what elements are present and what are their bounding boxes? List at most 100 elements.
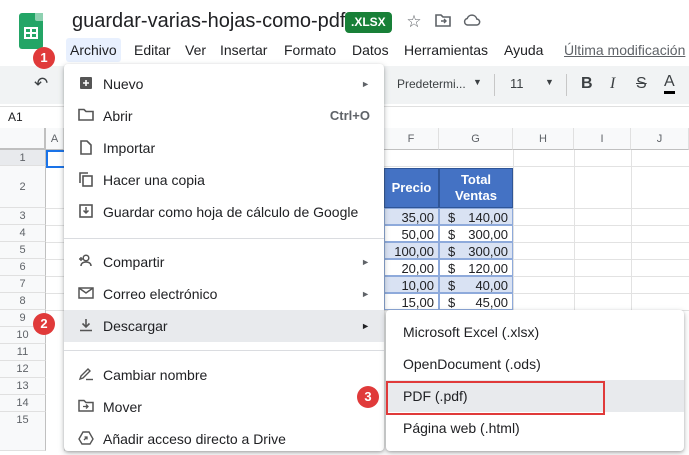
menu-item-label: Importar: [103, 140, 156, 156]
column-header-h[interactable]: H: [513, 128, 574, 150]
total-value: 140,00: [468, 210, 508, 225]
menu-item-label: Abrir: [103, 108, 133, 124]
table-cell-precio[interactable]: 20,00: [384, 259, 439, 276]
row-header[interactable]: 7: [0, 276, 46, 293]
column-header-a[interactable]: A: [46, 128, 64, 150]
move-folder-icon[interactable]: [433, 12, 453, 32]
submenu-arrow-icon: ►: [361, 289, 370, 299]
select-all-corner[interactable]: [0, 128, 46, 150]
menu-datos[interactable]: Datos: [348, 38, 393, 62]
menu-herramientas[interactable]: Herramientas: [400, 38, 492, 62]
menu-item-descargar[interactable]: Descargar ►: [64, 310, 384, 342]
row-header[interactable]: 12: [0, 361, 46, 378]
menu-item-importar[interactable]: Importar: [64, 132, 384, 164]
currency-symbol: $: [448, 261, 456, 276]
file-format-badge: .XLSX: [345, 12, 392, 33]
text-color-button[interactable]: A: [664, 73, 675, 94]
submenu-arrow-icon: ►: [361, 321, 370, 331]
font-family-select[interactable]: Predetermi...: [397, 77, 466, 91]
row-header[interactable]: 1: [0, 150, 46, 166]
menu-item-guardar-google[interactable]: Guardar como hoja de cálculo de Google: [64, 196, 384, 228]
font-size-select[interactable]: 11: [510, 76, 524, 91]
submenu-item-xlsx[interactable]: Microsoft Excel (.xlsx): [386, 316, 684, 348]
column-header-f[interactable]: F: [384, 128, 439, 150]
last-edit-link[interactable]: Última modificación: [560, 38, 689, 62]
row-header[interactable]: 4: [0, 225, 46, 242]
download-icon: [78, 318, 94, 334]
menu-item-hacer-copia[interactable]: Hacer una copia: [64, 164, 384, 196]
submenu-arrow-icon: ►: [361, 79, 370, 89]
menu-insertar[interactable]: Insertar: [216, 38, 271, 62]
menu-item-label: Hacer una copia: [103, 172, 205, 188]
row-header[interactable]: 2: [0, 166, 46, 208]
row-header[interactable]: 14: [0, 395, 46, 412]
table-cell-precio[interactable]: 100,00: [384, 242, 439, 259]
table-cell-precio[interactable]: 15,00: [384, 293, 439, 310]
row-header[interactable]: 8: [0, 293, 46, 310]
cloud-status-icon[interactable]: [462, 12, 482, 32]
menu-formato[interactable]: Formato: [280, 38, 340, 62]
drive-shortcut-icon: [78, 431, 94, 447]
row-header[interactable]: 3: [0, 208, 46, 225]
mail-icon: [78, 286, 94, 302]
total-value: 45,00: [475, 295, 508, 310]
currency-symbol: $: [448, 295, 456, 310]
table-cell-total[interactable]: $140,00: [439, 208, 513, 225]
table-cell-total[interactable]: $45,00: [439, 293, 513, 310]
chevron-down-icon[interactable]: ▼: [473, 77, 482, 87]
menu-item-correo[interactable]: Correo electrónico ►: [64, 278, 384, 310]
menu-item-abrir[interactable]: Abrir Ctrl+O: [64, 100, 384, 132]
column-header-j[interactable]: J: [631, 128, 689, 150]
menu-item-label: Nuevo: [103, 76, 144, 92]
table-cell-total[interactable]: $120,00: [439, 259, 513, 276]
submenu-item-ods[interactable]: OpenDocument (.ods): [386, 348, 684, 380]
table-cell-precio[interactable]: 10,00: [384, 276, 439, 293]
column-header-i[interactable]: I: [574, 128, 631, 150]
person-add-icon: [78, 254, 94, 270]
menu-ver[interactable]: Ver: [181, 38, 210, 62]
header-total-ventas[interactable]: Total Ventas: [439, 168, 513, 208]
table-cell-total[interactable]: $300,00: [439, 225, 513, 242]
total-value: 40,00: [475, 278, 508, 293]
document-title[interactable]: guardar-varias-hojas-como-pdf: [72, 10, 345, 33]
move-folder-icon: [78, 399, 94, 415]
bold-button[interactable]: B: [581, 75, 593, 93]
menu-item-acceso-directo[interactable]: Añadir acceso directo a Drive: [64, 423, 384, 455]
italic-button[interactable]: I: [610, 75, 615, 93]
header-precio[interactable]: Precio: [384, 168, 439, 208]
submenu-item-html[interactable]: Página web (.html): [386, 412, 684, 444]
chevron-down-icon[interactable]: ▼: [545, 77, 554, 87]
toolbar-divider: [494, 74, 495, 96]
strikethrough-button[interactable]: S: [636, 75, 647, 93]
table-cell-precio[interactable]: 35,00: [384, 208, 439, 225]
undo-icon[interactable]: ↶: [34, 74, 48, 94]
menu-item-compartir[interactable]: Compartir ►: [64, 246, 384, 278]
sheets-logo-icon[interactable]: [19, 13, 43, 49]
currency-symbol: $: [448, 210, 456, 225]
row-header[interactable]: 5: [0, 242, 46, 259]
currency-symbol: $: [448, 227, 456, 242]
menu-item-cambiar-nombre[interactable]: Cambiar nombre: [64, 359, 384, 391]
name-box[interactable]: A1: [8, 110, 23, 124]
total-value: 300,00: [468, 227, 508, 242]
menu-editar[interactable]: Editar: [130, 38, 175, 62]
menu-item-nuevo[interactable]: Nuevo ►: [64, 68, 384, 100]
star-icon[interactable]: ☆: [404, 12, 424, 32]
copy-icon: [78, 172, 94, 188]
menu-ayuda[interactable]: Ayuda: [500, 38, 547, 62]
table-cell-total[interactable]: $300,00: [439, 242, 513, 259]
row-header[interactable]: 15: [0, 412, 46, 451]
row-header[interactable]: 13: [0, 378, 46, 395]
menu-item-mover[interactable]: Mover: [64, 391, 384, 423]
table-cell-total[interactable]: $40,00: [439, 276, 513, 293]
menu-item-label: Compartir: [103, 254, 165, 270]
row-header[interactable]: 6: [0, 259, 46, 276]
column-header-g[interactable]: G: [439, 128, 513, 150]
archivo-menu: Nuevo ► Abrir Ctrl+O Importar Hacer una …: [64, 64, 384, 451]
menu-archivo[interactable]: Archivo: [66, 38, 121, 62]
table-cell-precio[interactable]: 50,00: [384, 225, 439, 242]
menu-item-label: Correo electrónico: [103, 286, 218, 302]
selected-cell-a1[interactable]: [46, 150, 66, 168]
currency-symbol: $: [448, 278, 456, 293]
row-header[interactable]: 11: [0, 344, 46, 361]
